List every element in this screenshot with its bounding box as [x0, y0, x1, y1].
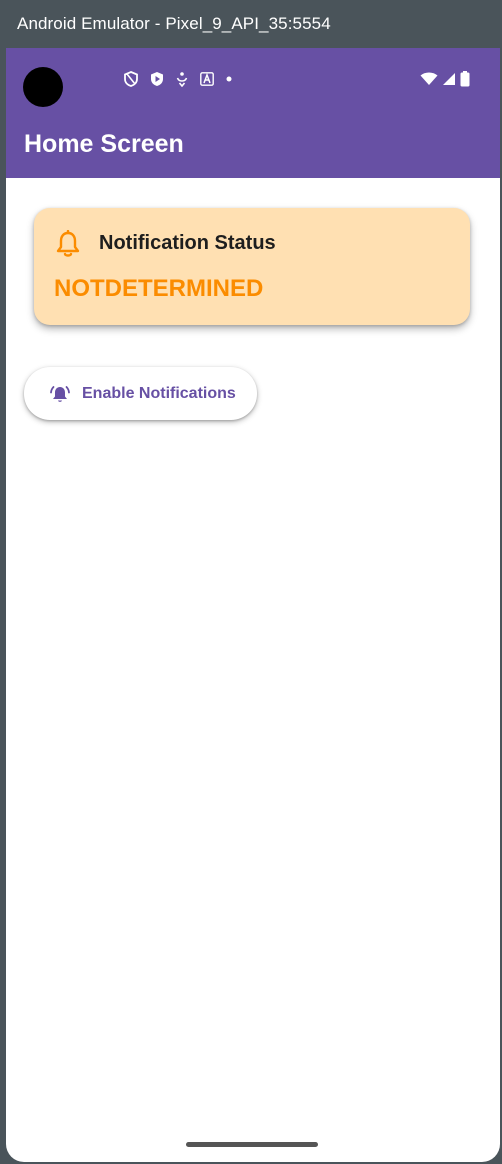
shield-outline-icon [124, 71, 138, 87]
status-icons-right [420, 71, 470, 87]
card-title: Notification Status [99, 232, 276, 254]
enable-notifications-label: Enable Notifications [82, 384, 236, 402]
signal-icon [443, 73, 455, 85]
window-title: Android Emulator - Pixel_9_API_35:5554 [17, 14, 331, 33]
camera-cutout [23, 67, 63, 107]
accessibility-icon [176, 72, 188, 87]
dot-icon [226, 76, 232, 82]
notification-status-value: NOTDETERMINED [54, 275, 264, 302]
battery-icon [460, 71, 470, 87]
status-icons-left [124, 71, 232, 87]
shield-play-icon [151, 72, 163, 86]
phone-screen: Home Screen Notification Status NOTDETER… [6, 48, 500, 1162]
status-bar [6, 48, 500, 128]
bell-outline-icon [55, 229, 81, 263]
page-title: Home Screen [24, 130, 184, 158]
window-titlebar: Android Emulator - Pixel_9_API_35:5554 [0, 0, 502, 48]
gesture-navigation-bar[interactable] [186, 1142, 318, 1147]
enable-notifications-button[interactable]: Enable Notifications [24, 367, 257, 420]
notification-status-card: Notification Status NOTDETERMINED [34, 208, 470, 325]
font-a-icon [200, 72, 214, 86]
notification-active-icon [50, 384, 70, 404]
wifi-icon [420, 72, 438, 85]
app-bar: Home Screen [6, 128, 500, 178]
